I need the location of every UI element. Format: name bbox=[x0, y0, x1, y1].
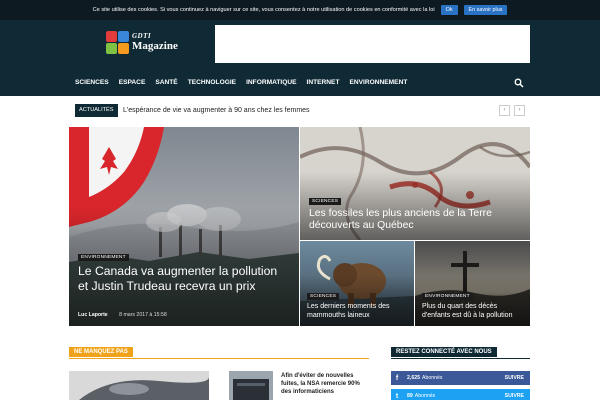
category-badge[interactable]: ENVIRONNEMENT bbox=[78, 254, 129, 261]
twitter-label: Abonnés bbox=[414, 393, 436, 399]
twitter-count: 89 bbox=[407, 393, 413, 399]
nav-item-internet[interactable]: INTERNET bbox=[302, 70, 345, 96]
twitter-follow-button[interactable]: SUIVRE bbox=[505, 393, 524, 399]
page: Ce site utilise des cookies. Si vous con… bbox=[0, 0, 600, 400]
category-badge[interactable]: SCIENCES bbox=[309, 198, 342, 205]
nav-item-technologie[interactable]: TECHNOLOGIE bbox=[183, 70, 241, 96]
twitter-icon: t bbox=[395, 392, 399, 400]
facebook-icon: f bbox=[395, 374, 399, 382]
nav-item-sante[interactable]: SANTÉ bbox=[150, 70, 182, 96]
ticker-headline[interactable]: L'espérance de vie va augmenter à 90 ans… bbox=[123, 104, 310, 117]
site-header: GDTI Magazine bbox=[0, 20, 600, 70]
missed-article-2-thumb[interactable] bbox=[229, 371, 273, 400]
logo-text-bottom: Magazine bbox=[132, 40, 178, 52]
category-badge[interactable]: ENVIRONNEMENT bbox=[422, 293, 473, 300]
nav-item-informatique[interactable]: INFORMATIQUE bbox=[241, 70, 301, 96]
logo-text-top: GDTI bbox=[132, 32, 152, 40]
cookie-ok-button[interactable]: Ok bbox=[440, 5, 458, 15]
nav-items: SCIENCES ESPACE SANTÉ TECHNOLOGIE INFORMATIQ… bbox=[75, 70, 412, 96]
category-badge[interactable]: SCIENCES bbox=[307, 293, 340, 300]
site-logo[interactable]: GDTI Magazine bbox=[106, 31, 178, 59]
cookie-text: Ce site utilise des cookies. Si vous con… bbox=[92, 7, 435, 13]
facebook-follow-row[interactable]: f 2,625 Abonnés SUIVRE bbox=[391, 371, 530, 385]
nav-item-espace[interactable]: ESPACE bbox=[114, 70, 151, 96]
cookie-bar: Ce site utilise des cookies. Si vous con… bbox=[0, 0, 600, 20]
twitter-follow-row[interactable]: t 89 Abonnés SUIVRE bbox=[391, 389, 530, 400]
facebook-follow-button[interactable]: SUIVRE bbox=[505, 375, 524, 381]
featured-mid-article[interactable]: SCIENCES Les derniers moments des mammou… bbox=[300, 241, 414, 326]
facebook-label: Abonnés bbox=[421, 375, 443, 381]
search-icon[interactable] bbox=[514, 78, 524, 88]
featured-main-article[interactable]: ENVIRONNEMENT Le Canada va augmenter la … bbox=[69, 127, 299, 326]
article-title[interactable]: Plus du quart des décès d'enfants est dû… bbox=[422, 303, 527, 321]
missed-article-2-title[interactable]: Afin d'éviter de nouvelles fuites, la NS… bbox=[281, 372, 369, 396]
ticker-next-button[interactable]: › bbox=[514, 105, 525, 116]
ticker-prev-button[interactable]: ‹ bbox=[499, 105, 510, 116]
nav-item-environnement[interactable]: ENVIRONNEMENT bbox=[344, 70, 412, 96]
news-ticker: ACTUALITÉS L'espérance de vie va augment… bbox=[75, 104, 525, 118]
article-date: 8 mars 2017 à 15:58 bbox=[119, 312, 167, 318]
main-nav: SCIENCES ESPACE SANTÉ TECHNOLOGIE INFORMATIQ… bbox=[0, 70, 600, 96]
ad-banner[interactable] bbox=[215, 25, 530, 63]
article-thumbnail-image bbox=[69, 371, 209, 400]
article-title[interactable]: Le Canada va augmenter la pollution et J… bbox=[78, 264, 278, 294]
featured-right-article[interactable]: ENVIRONNEMENT Plus du quart des décès d'… bbox=[415, 241, 530, 326]
section-social-label: RESTEZ CONNECTÉ AVEC NOUS bbox=[391, 347, 497, 357]
logo-squares-icon bbox=[106, 31, 130, 55]
facebook-count: 2,625 bbox=[407, 375, 420, 381]
article-author[interactable]: Luc Laporte bbox=[78, 312, 108, 318]
cookie-more-button[interactable]: En savoir plus bbox=[463, 5, 508, 15]
article-title[interactable]: Les fossiles les plus anciens de la Terr… bbox=[309, 208, 519, 233]
section-divider bbox=[69, 358, 369, 359]
nsa-building-image bbox=[229, 371, 273, 400]
nav-item-sciences[interactable]: SCIENCES bbox=[75, 70, 114, 96]
ticker-label: ACTUALITÉS bbox=[75, 104, 118, 117]
section-divider bbox=[391, 358, 530, 359]
featured-top-right-article[interactable]: SCIENCES Les fossiles les plus anciens d… bbox=[300, 127, 530, 240]
section-missed-label: NE MANQUEZ PAS bbox=[69, 347, 133, 357]
article-meta: Luc Laporte 8 mars 2017 à 15:58 bbox=[78, 312, 167, 318]
missed-article-1-thumb[interactable] bbox=[69, 371, 209, 400]
article-title[interactable]: Les derniers moments des mammouths laine… bbox=[307, 303, 411, 321]
